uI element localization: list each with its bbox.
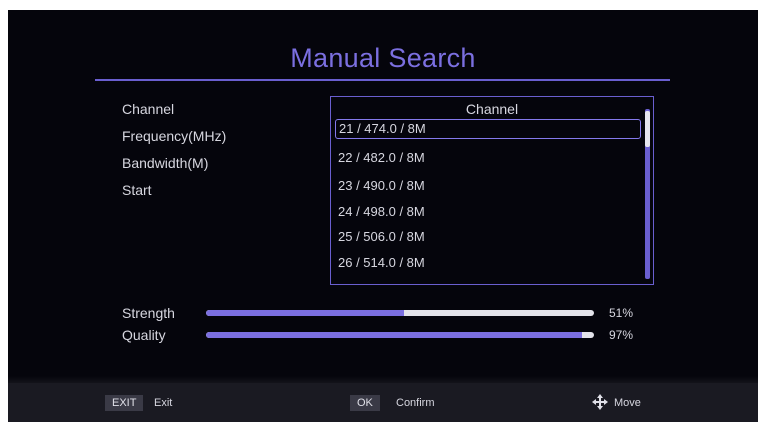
channel-list-header: Channel — [465, 101, 519, 117]
field-labels: Channel Frequency(MHz) Bandwidth(M) Star… — [122, 100, 226, 208]
field-label-channel[interactable]: Channel — [122, 100, 226, 127]
channel-list-scrollbar[interactable] — [645, 109, 650, 279]
strength-bar — [206, 310, 594, 316]
strength-bar-fill — [206, 310, 404, 316]
move-arrows-icon — [592, 394, 608, 410]
title-divider — [95, 79, 670, 81]
channel-list-item[interactable]: 22 / 482.0 / 8M — [335, 148, 641, 168]
exit-key-label: Exit — [154, 397, 173, 409]
channel-list-item[interactable]: 24 / 498.0 / 8M — [335, 202, 641, 222]
quality-value: 97% — [609, 328, 634, 342]
confirm-key-label: Confirm — [396, 397, 435, 409]
quality-bar — [206, 332, 594, 338]
channel-list-item[interactable]: 25 / 506.0 / 8M — [335, 227, 641, 247]
field-label-bandwidth[interactable]: Bandwidth(M) — [122, 154, 226, 181]
help-bar: EXIT Exit OK Confirm Move — [8, 383, 758, 422]
quality-label: Quality — [122, 327, 166, 343]
field-label-start[interactable]: Start — [122, 181, 226, 208]
channel-list-item[interactable]: 23 / 490.0 / 8M — [335, 176, 641, 196]
tv-screen: Manual Search Channel Frequency(MHz) Ban… — [8, 10, 758, 422]
channel-list-item-selected[interactable]: 21 / 474.0 / 8M — [335, 119, 641, 139]
exit-key-badge[interactable]: EXIT — [105, 395, 144, 411]
channel-listbox[interactable]: Channel 21 / 474.0 / 8M 22 / 482.0 / 8M … — [330, 96, 654, 285]
field-label-frequency[interactable]: Frequency(MHz) — [122, 127, 226, 154]
page-title: Manual Search — [290, 43, 476, 73]
move-key-label: Move — [614, 397, 641, 409]
scrollbar-thumb[interactable] — [645, 111, 650, 147]
strength-value: 51% — [609, 306, 634, 320]
channel-list-item[interactable]: 26 / 514.0 / 8M — [335, 253, 641, 273]
quality-bar-fill — [206, 332, 583, 338]
ok-key-badge[interactable]: OK — [350, 395, 380, 411]
strength-label: Strength — [122, 305, 175, 321]
